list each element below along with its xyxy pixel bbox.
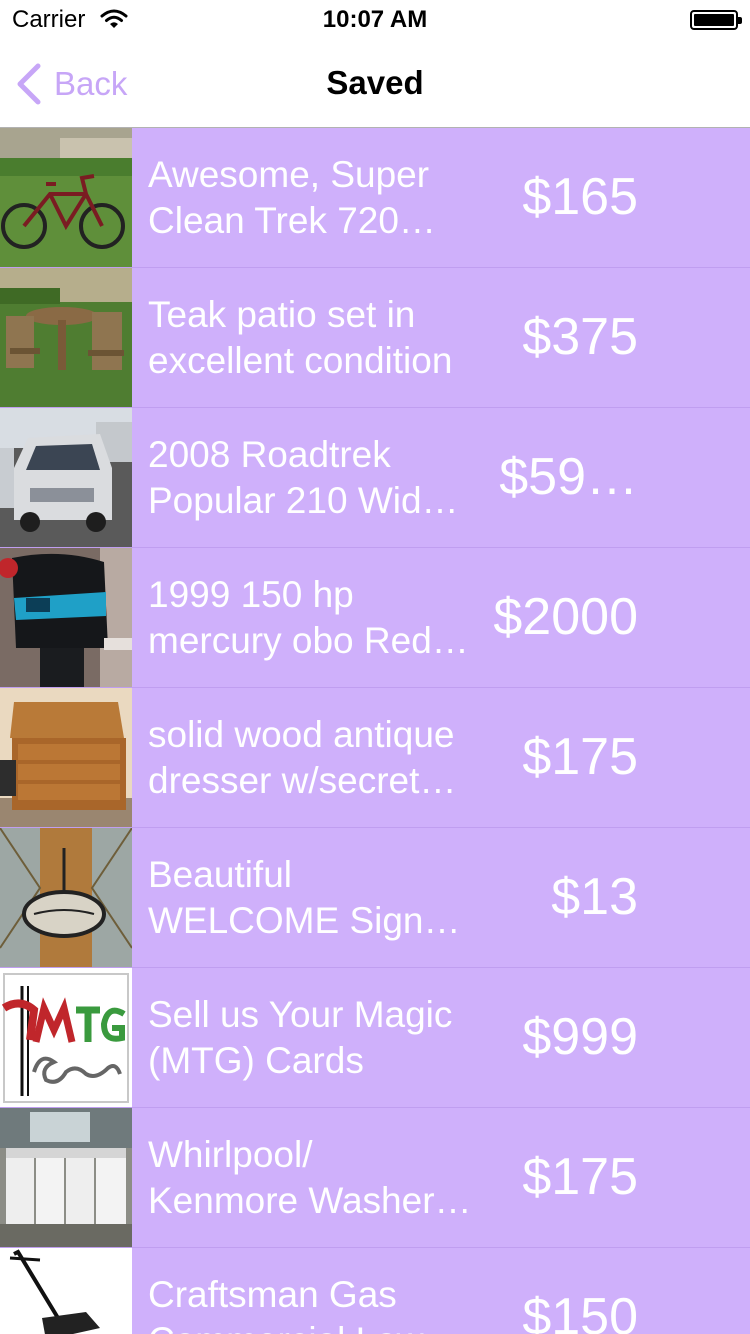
list-item[interactable]: 1999 150 hp mercury obo Red… $2000	[0, 548, 750, 688]
list-item[interactable]: Craftsman Gas Commercial Law… $150	[0, 1248, 750, 1334]
mtg-seattle-logo	[0, 968, 132, 1107]
lawn-mower-photo	[0, 1248, 132, 1334]
list-item[interactable]: 2008 Roadtrek Popular 210 Wid… $59…	[0, 408, 750, 548]
listing-price: $59…	[499, 448, 638, 506]
listing-price: $13	[551, 868, 638, 926]
listing-title: Awesome, Super Clean Trek 720…	[148, 154, 436, 241]
saved-listings: Awesome, Super Clean Trek 720… $165 Teak…	[0, 128, 750, 1334]
list-item[interactable]: Whirlpool/ Kenmore Washer… $175	[0, 1108, 750, 1248]
page-title: Saved	[326, 64, 424, 101]
listing-price: $150	[522, 1288, 638, 1334]
list-item[interactable]: Teak patio set in excellent condition $3…	[0, 268, 750, 408]
listing-price: $999	[522, 1008, 638, 1066]
listing-title: Sell us Your Magic (MTG) Cards	[148, 994, 453, 1081]
listing-price: $2000	[493, 588, 638, 646]
listing-title: 2008 Roadtrek Popular 210 Wid…	[148, 434, 459, 521]
listing-title: solid wood antique dresser w/secret…	[148, 714, 457, 801]
patio-set-photo	[0, 268, 132, 407]
van-photo	[0, 408, 132, 547]
list-item[interactable]: Beautiful WELCOME Sign… $13	[0, 828, 750, 968]
listing-price: $175	[522, 728, 638, 786]
listing-price: $375	[522, 308, 638, 366]
status-time: 10:07 AM	[322, 6, 428, 33]
listing-title: Teak patio set in excellent condition	[148, 294, 453, 381]
listing-title: Beautiful WELCOME Sign…	[148, 854, 461, 941]
listing-price: $165	[522, 168, 638, 226]
dresser-photo	[0, 688, 132, 827]
status-bar: Carrier 10:07 AM	[0, 0, 750, 40]
listing-price: $175	[522, 1148, 638, 1206]
list-item[interactable]: solid wood antique dresser w/secret… $17…	[0, 688, 750, 828]
battery-icon	[690, 10, 742, 30]
bicycle-photo	[0, 128, 132, 267]
listing-title: Craftsman Gas Commercial Law…	[148, 1274, 461, 1334]
listing-title: Whirlpool/ Kenmore Washer…	[148, 1134, 472, 1221]
welcome-sign-photo	[0, 828, 132, 967]
listing-title: 1999 150 hp mercury obo Red…	[148, 574, 469, 661]
list-item[interactable]: Sell us Your Magic (MTG) Cards $999	[0, 968, 750, 1108]
outboard-motor-photo	[0, 548, 132, 687]
navigation-bar: Back Saved	[0, 40, 750, 128]
list-item[interactable]: Awesome, Super Clean Trek 720… $165	[0, 128, 750, 268]
washers-photo	[0, 1108, 132, 1247]
